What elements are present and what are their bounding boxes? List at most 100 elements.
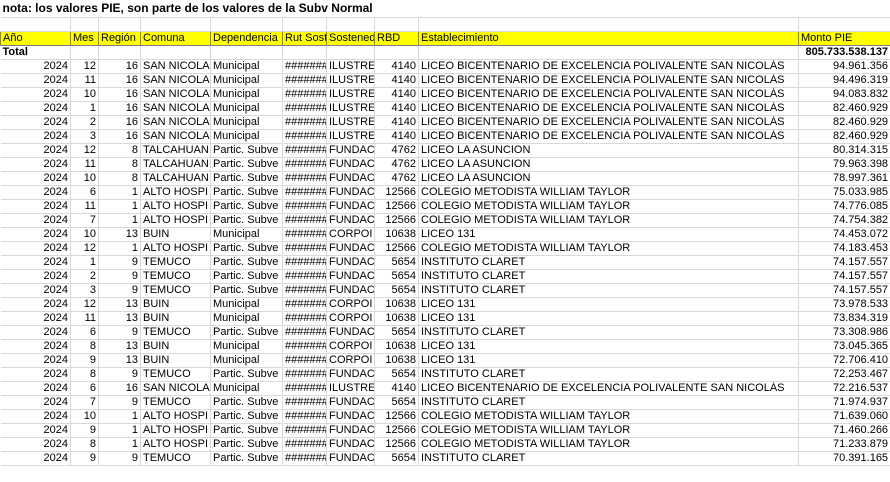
cell-comuna[interactable]: SAN NICOLA: [140, 59, 211, 74]
cell-rut-sost[interactable]: #######: [282, 339, 327, 354]
cell-sostenedor[interactable]: FUNDAC: [326, 269, 375, 284]
cell-mes[interactable]: 11: [70, 311, 99, 326]
cell-establecimiento[interactable]: COLEGIO METODISTA WILLIAM TAYLOR: [418, 213, 799, 228]
cell-monto-pie[interactable]: 73.834.319: [798, 311, 890, 326]
cell-rut-sost[interactable]: #######: [282, 143, 327, 158]
cell-mes[interactable]: 1: [70, 255, 99, 270]
cell-anio[interactable]: 2024: [0, 381, 71, 396]
cell-region[interactable]: 9: [98, 367, 141, 382]
cell-establecimiento[interactable]: LICEO 131: [418, 297, 799, 312]
cell-rbd[interactable]: 12566: [374, 423, 419, 438]
cell-rut-sost[interactable]: #######: [282, 101, 327, 116]
cell-monto-pie[interactable]: 72.253.467: [798, 367, 890, 382]
cell-rut-sost[interactable]: #######: [282, 297, 327, 312]
cell-comuna[interactable]: TALCAHUAN: [140, 157, 211, 172]
cell-mes[interactable]: 8: [70, 339, 99, 354]
cell-monto-pie[interactable]: 72.216.537: [798, 381, 890, 396]
cell-monto-pie[interactable]: 74.754.382: [798, 213, 890, 228]
header-mes[interactable]: Mes: [70, 30, 99, 46]
cell[interactable]: [0, 17, 71, 32]
cell-rbd[interactable]: 5654: [374, 367, 419, 382]
cell-establecimiento[interactable]: INSTITUTO CLARET: [418, 451, 799, 466]
cell-monto-pie[interactable]: 72.706.410: [798, 353, 890, 368]
cell-rbd[interactable]: 5654: [374, 395, 419, 410]
cell-comuna[interactable]: SAN NICOLA: [140, 381, 211, 396]
cell-dependencia[interactable]: Municipal: [210, 101, 283, 116]
cell-region[interactable]: 8: [98, 143, 141, 158]
cell-mes[interactable]: 12: [70, 297, 99, 312]
cell-establecimiento[interactable]: INSTITUTO CLARET: [418, 395, 799, 410]
cell-region[interactable]: 16: [98, 73, 141, 88]
cell-dependencia[interactable]: Partic. Subve: [210, 185, 283, 200]
cell-monto-pie[interactable]: 78.997.361: [798, 171, 890, 186]
header-establecimiento[interactable]: Establecimiento: [418, 30, 799, 46]
cell-monto-pie[interactable]: 71.974.937: [798, 395, 890, 410]
cell-region[interactable]: 1: [98, 423, 141, 438]
cell-dependencia[interactable]: Municipal: [210, 129, 283, 144]
cell-monto-pie[interactable]: 74.157.557: [798, 283, 890, 298]
cell-rbd[interactable]: 4140: [374, 73, 419, 88]
cell-establecimiento[interactable]: LICEO 131: [418, 339, 799, 354]
cell-rbd[interactable]: 10638: [374, 227, 419, 242]
cell[interactable]: [374, 17, 419, 32]
cell-rut-sost[interactable]: #######: [282, 157, 327, 172]
cell-monto-pie[interactable]: 74.157.557: [798, 269, 890, 284]
cell-rbd[interactable]: 5654: [374, 255, 419, 270]
cell-comuna[interactable]: SAN NICOLA: [140, 129, 211, 144]
cell-rbd[interactable]: 12566: [374, 199, 419, 214]
cell-comuna[interactable]: TALCAHUAN: [140, 143, 211, 158]
cell-region[interactable]: 13: [98, 297, 141, 312]
cell-region[interactable]: 9: [98, 283, 141, 298]
cell-mes[interactable]: 11: [70, 73, 99, 88]
cell-rut-sost[interactable]: #######: [282, 129, 327, 144]
cell-establecimiento[interactable]: COLEGIO METODISTA WILLIAM TAYLOR: [418, 241, 799, 256]
cell-dependencia[interactable]: Partic. Subve: [210, 451, 283, 466]
cell-monto-pie[interactable]: 94.496.319: [798, 73, 890, 88]
cell-establecimiento[interactable]: INSTITUTO CLARET: [418, 325, 799, 340]
cell-anio[interactable]: 2024: [0, 101, 71, 116]
cell-mes[interactable]: 11: [70, 199, 99, 214]
cell[interactable]: [140, 17, 211, 32]
cell-mes[interactable]: 2: [70, 269, 99, 284]
cell-anio[interactable]: 2024: [0, 185, 71, 200]
cell-sostenedor[interactable]: CORPOI: [326, 311, 375, 326]
cell-establecimiento[interactable]: LICEO 131: [418, 353, 799, 368]
cell-rbd[interactable]: 4762: [374, 143, 419, 158]
cell-rbd[interactable]: 4140: [374, 115, 419, 130]
cell-rut-sost[interactable]: #######: [282, 255, 327, 270]
cell-comuna[interactable]: ALTO HOSPI: [140, 437, 211, 452]
cell-region[interactable]: 13: [98, 339, 141, 354]
cell-mes[interactable]: 12: [70, 143, 99, 158]
cell-dependencia[interactable]: Partic. Subve: [210, 269, 283, 284]
cell-region[interactable]: 1: [98, 213, 141, 228]
cell-establecimiento[interactable]: INSTITUTO CLARET: [418, 269, 799, 284]
cell-establecimiento[interactable]: LICEO LA ASUNCION: [418, 171, 799, 186]
cell-region[interactable]: 9: [98, 395, 141, 410]
cell-dependencia[interactable]: Municipal: [210, 381, 283, 396]
cell-dependencia[interactable]: Partic. Subve: [210, 213, 283, 228]
cell-comuna[interactable]: ALTO HOSPI: [140, 213, 211, 228]
cell[interactable]: [282, 45, 327, 60]
cell-anio[interactable]: 2024: [0, 367, 71, 382]
cell-sostenedor[interactable]: ILUSTRE: [326, 381, 375, 396]
cell-rbd[interactable]: 5654: [374, 283, 419, 298]
note-cell[interactable]: nota: los valores PIE, son parte de los …: [0, 0, 890, 18]
cell-anio[interactable]: 2024: [0, 213, 71, 228]
cell-rut-sost[interactable]: #######: [282, 409, 327, 424]
cell-dependencia[interactable]: Partic. Subve: [210, 157, 283, 172]
cell-establecimiento[interactable]: LICEO BICENTENARIO DE EXCELENCIA POLIVAL…: [418, 59, 799, 74]
cell-mes[interactable]: 8: [70, 367, 99, 382]
cell-rbd[interactable]: 4762: [374, 157, 419, 172]
cell-rut-sost[interactable]: #######: [282, 171, 327, 186]
cell-mes[interactable]: 10: [70, 409, 99, 424]
cell-sostenedor[interactable]: FUNDAC: [326, 325, 375, 340]
cell-sostenedor[interactable]: FUNDAC: [326, 199, 375, 214]
cell-rut-sost[interactable]: #######: [282, 381, 327, 396]
cell-rut-sost[interactable]: #######: [282, 59, 327, 74]
cell-anio[interactable]: 2024: [0, 269, 71, 284]
cell-anio[interactable]: 2024: [0, 241, 71, 256]
cell[interactable]: [418, 45, 799, 60]
cell-monto-pie[interactable]: 73.045.365: [798, 339, 890, 354]
cell-region[interactable]: 1: [98, 409, 141, 424]
cell-mes[interactable]: 9: [70, 423, 99, 438]
